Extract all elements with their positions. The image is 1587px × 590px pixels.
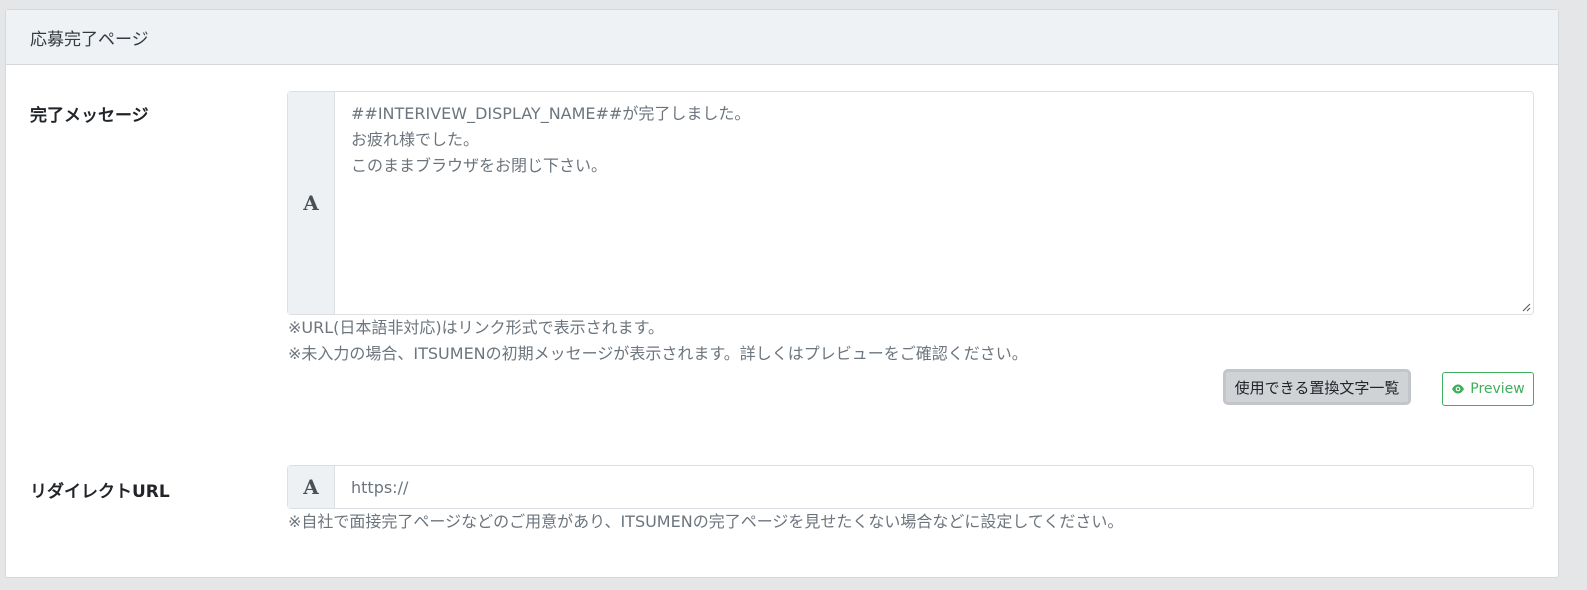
completion-message-note-url: ※URL(日本語非対応)はリンク形式で表示されます。 [288,318,665,337]
eye-icon [1452,384,1465,394]
card-title: 応募完了ページ [30,29,149,50]
completion-message-label: 完了メッセージ [30,106,149,126]
redirect-url-label: リダイレクトURL [30,482,170,502]
redirect-url-input[interactable]: https:// [335,466,1533,508]
card-header: 応募完了ページ [6,10,1558,65]
completion-message-textarea[interactable]: ##INTERIVEW_DISPLAY_NAME##が完了しました。 お疲れ様で… [335,92,1533,314]
completion-message-group: A ##INTERIVEW_DISPLAY_NAME##が完了しました。 お疲れ… [287,91,1534,315]
completion-page-card: 応募完了ページ 完了メッセージ A ##INTERIVEW_DISPLAY_NA… [5,9,1559,578]
preview-button[interactable]: Preview [1442,372,1534,406]
redirect-url-note: ※自社で面接完了ページなどのご用意があり、ITSUMENの完了ページを見せたくな… [288,512,1124,531]
text-format-icon: A [288,466,335,508]
completion-message-note-default: ※未入力の場合、ITSUMENの初期メッセージが表示されます。詳しくはプレビュー… [288,344,1028,363]
resize-handle-icon[interactable] [1521,302,1531,312]
replacement-variables-button[interactable]: 使用できる置換文字一覧 [1223,369,1411,405]
preview-button-label: Preview [1470,381,1525,397]
redirect-url-group: A https:// [287,465,1534,509]
text-format-icon: A [288,92,335,314]
